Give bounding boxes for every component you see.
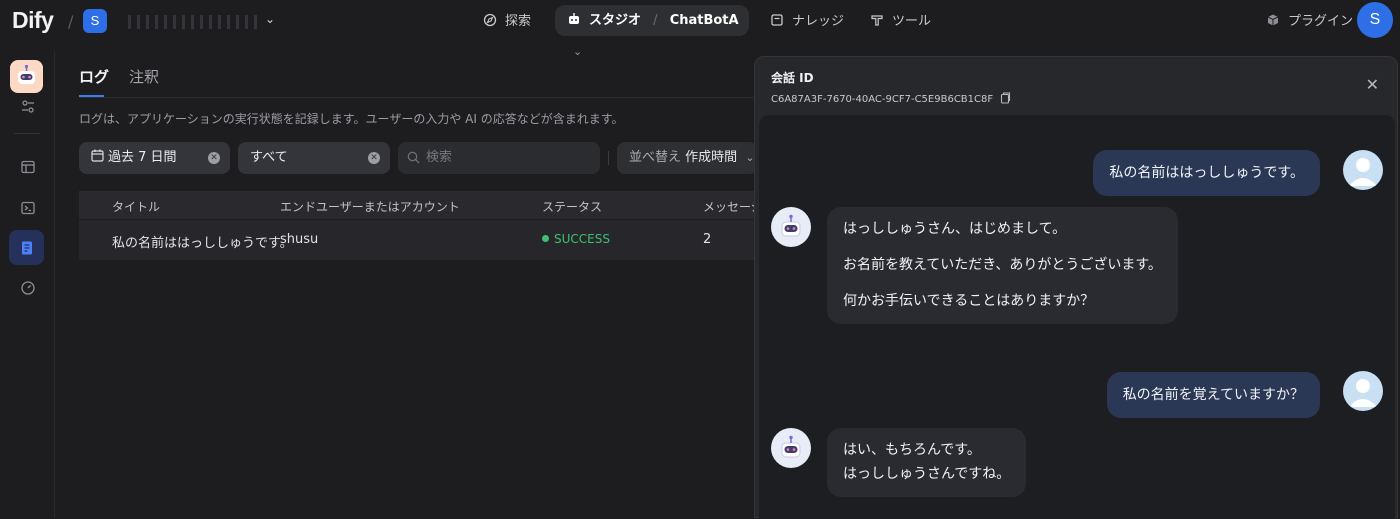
table-row[interactable]: 私の名前ははっししゅうです。 shusu SUCCESS 2 (79, 220, 759, 260)
bot-message-line: はい、もちろんです。 (843, 442, 981, 458)
robot-icon (569, 13, 579, 24)
cube-icon (1267, 14, 1279, 26)
nav-knowledge-label: ナレッジ (792, 14, 845, 29)
compass-icon (483, 13, 497, 27)
user-avatar-icon (1343, 150, 1383, 190)
terminal-icon[interactable] (20, 200, 36, 216)
tab-log[interactable]: ログ (79, 66, 109, 87)
sort-label: 並べ替え (629, 150, 682, 165)
nav-plugins-label: プラグイン (1288, 14, 1354, 29)
close-icon[interactable]: ✕ (1366, 75, 1379, 94)
tab-annotation[interactable]: 注釈 (129, 66, 159, 87)
bot-avatar-icon (771, 207, 811, 247)
book-icon (771, 14, 783, 26)
row-messages: 2 (703, 232, 712, 247)
calendar-icon (91, 149, 104, 162)
gauge-icon[interactable] (20, 280, 36, 296)
user-avatar-icon (1343, 371, 1383, 411)
divider (608, 151, 609, 165)
document-icon (22, 241, 32, 255)
search-placeholder: 検索 (426, 150, 453, 165)
column-user: エンドユーザーまたはアカウント (280, 200, 460, 214)
robot-icon (18, 64, 35, 84)
clear-icon[interactable]: ✕ (208, 152, 220, 164)
log-main: ログ 注釈 ログは、アプリケーションの実行状態を記録します。ユーザーの入力や A… (55, 52, 775, 518)
status-filter[interactable]: すべて ✕ (238, 142, 390, 174)
layout-icon[interactable] (20, 159, 36, 175)
conversation-id-value: C6A87A3F-7670-40AC-9CF7-C5E9B6CB1C8F (771, 94, 994, 105)
column-title: タイトル (112, 200, 161, 214)
bot-message-line: はっししゅうさんですね。 (843, 466, 1011, 482)
workspace-avatar[interactable]: S (83, 9, 107, 33)
conversation-panel: 会話 ID C6A87A3F-7670-40AC-9CF7-C5E9B6CB1C… (754, 56, 1398, 519)
active-tab-indicator (79, 95, 104, 97)
period-filter[interactable]: 過去 7 日間 ✕ (79, 142, 230, 174)
sidebar-item-logs[interactable] (9, 230, 44, 265)
nav-explore-label: 探索 (505, 14, 532, 29)
conversation-id: C6A87A3F-7670-40AC-9CF7-C5E9B6CB1C8F (771, 92, 1011, 105)
nav-tools-label: ツール (892, 14, 932, 29)
workspace-name[interactable] (128, 12, 278, 32)
copy-icon[interactable] (1000, 92, 1011, 104)
conversation-id-label: 会話 ID (771, 71, 814, 85)
status-badge: SUCCESS (542, 232, 610, 246)
dify-logo[interactable]: Dify (12, 7, 54, 34)
app-selector[interactable]: ChatBotA (670, 13, 739, 28)
bot-message-line: 何かお手伝いできることはありますか？ (843, 293, 1095, 309)
page-description: ログは、アプリケーションの実行状態を記録します。ユーザーの入力や AI の応答な… (79, 112, 624, 126)
hammer-icon (871, 15, 883, 26)
divider (14, 133, 40, 134)
app-icon[interactable] (10, 60, 43, 93)
nav-studio[interactable]: スタジオ / ChatBotA ⌄ (555, 5, 749, 58)
nav-explore[interactable]: 探索 (483, 8, 531, 36)
row-title: 私の名前ははっししゅうです。 (112, 236, 293, 251)
sort-value: 作成時間 (685, 150, 738, 165)
user-avatar[interactable]: S (1357, 2, 1393, 38)
bot-message-line: お名前を教えていただき、ありがとうございます。 (843, 257, 1162, 273)
row-user: shusu (280, 232, 319, 247)
top-bar: Dify / S ⌄ 探索 スタジオ / ChatBotA ⌄ ナレッジ ツール… (0, 0, 1400, 58)
user-message: 私の名前を覚えていますか？ (1106, 372, 1320, 418)
status-filter-label: すべて (250, 150, 288, 165)
tabs-divider (79, 97, 759, 98)
divider: / (68, 12, 74, 31)
sort-dropdown[interactable]: 並べ替え 作成時間 ⌄ (617, 142, 757, 174)
app-sidebar (0, 52, 55, 518)
search-input[interactable]: 検索 (398, 142, 600, 174)
bot-avatar-icon (771, 428, 811, 468)
column-status: ステータス (542, 200, 603, 214)
period-filter-label: 過去 7 日間 (108, 150, 177, 165)
chat-area: 私の名前ははっししゅうです。 はっししゅうさん、はじめまして。 お名前を教えてい… (759, 115, 1395, 519)
bot-message: はっししゅうさん、はじめまして。 お名前を教えていただき、ありがとうございます。… (827, 207, 1178, 324)
search-icon (407, 151, 420, 164)
user-message: 私の名前ははっししゅうです。 (1093, 150, 1320, 196)
nav-plugins[interactable]: プラグイン (1266, 8, 1353, 36)
clear-icon[interactable]: ✕ (368, 152, 380, 164)
nav-knowledge[interactable]: ナレッジ (770, 8, 844, 36)
chevron-down-icon[interactable]: ⌄ (265, 12, 275, 26)
divider: / (653, 13, 658, 28)
conversation-header: 会話 ID C6A87A3F-7670-40AC-9CF7-C5E9B6CB1C… (771, 69, 1011, 105)
table-header: タイトル エンドユーザーまたはアカウント ステータス メッセージ数 (79, 191, 775, 219)
sliders-icon[interactable] (20, 99, 36, 115)
nav-tools[interactable]: ツール (870, 8, 931, 36)
bot-message: はい、もちろんです。 はっししゅうさんですね。 (827, 428, 1027, 497)
nav-studio-label: スタジオ (589, 13, 642, 28)
bot-message-line: はっししゅうさん、はじめまして。 (843, 221, 1067, 237)
